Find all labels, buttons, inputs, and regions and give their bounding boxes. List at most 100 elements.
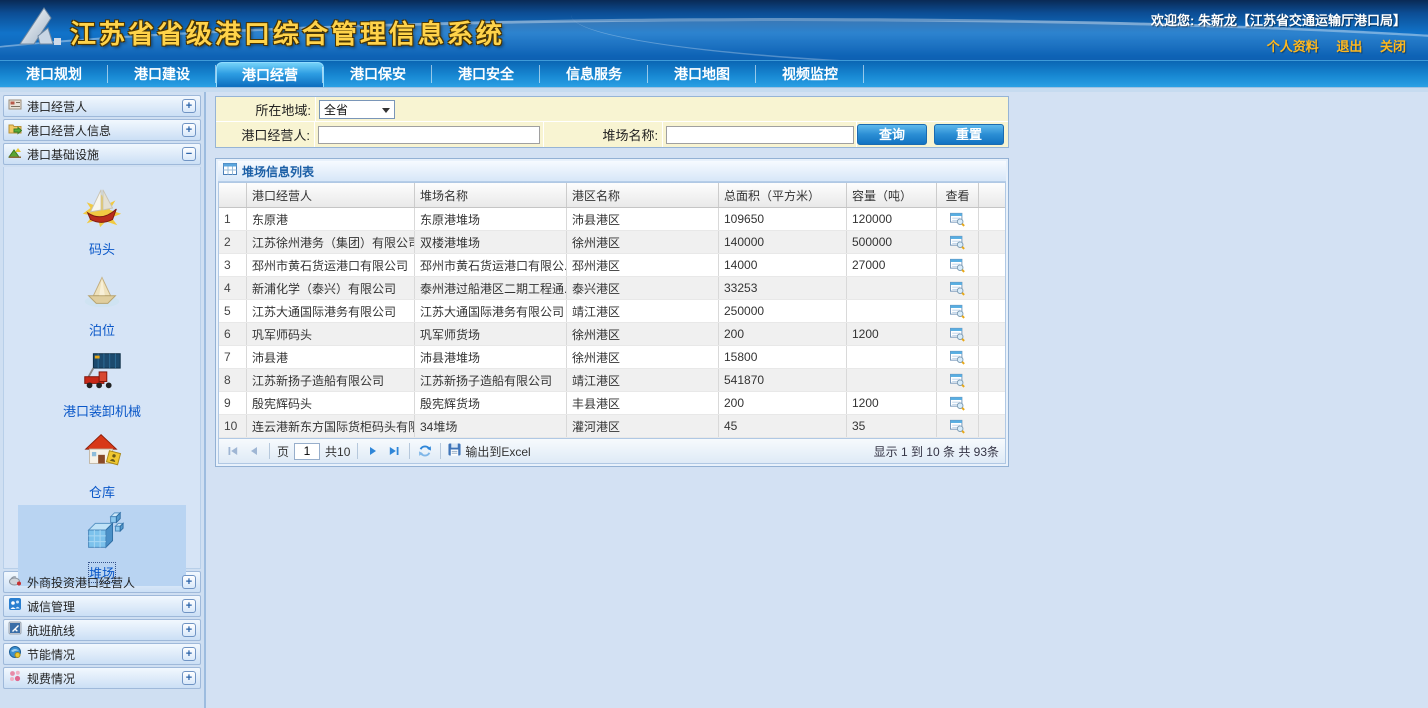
region-select[interactable]: 全省	[319, 100, 395, 119]
expand-toggle-button[interactable]: +	[182, 647, 196, 661]
expand-toggle-button[interactable]: +	[182, 623, 196, 637]
row-filler	[979, 254, 1005, 276]
filter-panel: 所在地域: 全省 港口经营人: 堆场名称: 查询	[215, 96, 1009, 148]
sidebar: 港口经营人+港口经营人信息+港口基础设施−码头泊位港口装卸机械仓库堆场外商投资港…	[0, 92, 206, 708]
logout-link[interactable]: 退出	[1336, 39, 1362, 54]
nav-tab-1[interactable]: 港口规划	[0, 61, 108, 87]
cell-yard: 巩军师货场	[415, 323, 567, 345]
cell-yard: 东原港堆场	[415, 208, 567, 230]
refresh-icon[interactable]	[417, 443, 433, 459]
nav-tab-8[interactable]: 视频监控	[756, 61, 864, 87]
cell-capacity: 500000	[847, 231, 937, 253]
cell-view	[937, 369, 979, 391]
cell-district: 丰县港区	[567, 392, 719, 414]
table-row[interactable]: 2江苏徐州港务（集团）有限公司双楼港堆场徐州港区140000500000	[219, 231, 1005, 254]
cell-area: 200	[719, 392, 847, 414]
expand-toggle-button[interactable]: +	[182, 599, 196, 613]
view-detail-icon[interactable]	[949, 234, 967, 250]
next-page-button[interactable]	[365, 443, 381, 459]
nav-tab-2[interactable]: 港口建设	[108, 61, 216, 87]
facility-item-1[interactable]: 码头	[18, 181, 186, 262]
sidebar-bottom-group-1[interactable]: 诚信管理+	[3, 595, 201, 617]
nav-tab-5[interactable]: 港口安全	[432, 61, 540, 87]
welcome-text: 欢迎您: 朱新龙【江苏省交通运输厅港口局】	[1151, 10, 1406, 29]
cell-view	[937, 277, 979, 299]
app-title: 江苏省省级港口综合管理信息系统	[70, 14, 505, 51]
table-row[interactable]: 10连云港新东方国际货柜码头有限...34堆场灌河港区4535	[219, 415, 1005, 438]
sidebar-top-group-1[interactable]: 港口经营人信息+	[3, 119, 201, 141]
expand-toggle-button[interactable]: +	[182, 671, 196, 685]
last-page-button[interactable]	[386, 443, 402, 459]
sidebar-bottom-group-3[interactable]: 节能情况+	[3, 643, 201, 665]
operator-input[interactable]	[318, 126, 540, 144]
nav-tab-4[interactable]: 港口保安	[324, 61, 432, 87]
cell-view	[937, 323, 979, 345]
view-detail-icon[interactable]	[949, 257, 967, 273]
cell-operator: 邳州市黄石货运港口有限公司	[247, 254, 415, 276]
view-detail-icon[interactable]	[949, 211, 967, 227]
table-row[interactable]: 3邳州市黄石货运港口有限公司邳州市黄石货运港口有限公...邳州港区1400027…	[219, 254, 1005, 277]
view-detail-icon[interactable]	[949, 418, 967, 434]
sidebar-top-group-0[interactable]: 港口经营人+	[3, 95, 201, 117]
facility-item-2[interactable]: 泊位	[18, 262, 186, 343]
facility-menu: 码头泊位港口装卸机械仓库堆场	[3, 167, 201, 569]
table-row[interactable]: 7沛县港沛县港堆场徐州港区15800	[219, 346, 1005, 369]
close-link[interactable]: 关闭	[1380, 39, 1406, 54]
first-page-button[interactable]	[225, 443, 241, 459]
sidebar-bottom-group-4[interactable]: 规费情况+	[3, 667, 201, 689]
expand-toggle-button[interactable]: +	[182, 575, 196, 589]
nav-tab-3[interactable]: 港口经营	[216, 62, 324, 87]
page-number-input[interactable]	[294, 443, 320, 460]
operator-card-icon	[8, 97, 22, 116]
prev-page-button[interactable]	[246, 443, 262, 459]
column-header-3: 港区名称	[567, 183, 719, 207]
yard-name-label: 堆场名称:	[544, 122, 663, 147]
group-label: 航班航线	[27, 622, 182, 639]
view-detail-icon[interactable]	[949, 326, 967, 342]
table-row[interactable]: 6巩军师码头巩军师货场徐州港区2001200	[219, 323, 1005, 346]
save-disk-icon	[448, 443, 461, 459]
group-label: 节能情况	[27, 646, 182, 663]
column-header-6: 查看	[937, 183, 979, 207]
view-detail-icon[interactable]	[949, 303, 967, 319]
profile-link[interactable]: 个人资料	[1267, 39, 1319, 54]
top-links: 个人资料 退出 关闭	[1253, 36, 1406, 55]
view-detail-icon[interactable]	[949, 372, 967, 388]
view-detail-icon[interactable]	[949, 349, 967, 365]
yard-list-panel: 堆场信息列表 港口经营人堆场名称港区名称总面积（平方米）容量（吨）查看1东原港东…	[215, 158, 1009, 467]
yard-name-input[interactable]	[666, 126, 854, 144]
sidebar-bottom-group-0[interactable]: 外商投资港口经营人+	[3, 571, 201, 593]
view-detail-icon[interactable]	[949, 395, 967, 411]
facility-item-3[interactable]: 港口装卸机械	[18, 343, 186, 424]
expand-toggle-button[interactable]: +	[182, 99, 196, 113]
group-label: 港口经营人	[27, 98, 182, 115]
facility-item-4[interactable]: 仓库	[18, 424, 186, 505]
table-row[interactable]: 4新浦化学（泰兴）有限公司泰州港过船港区二期工程通...泰兴港区33253	[219, 277, 1005, 300]
expand-toggle-button[interactable]: −	[182, 147, 196, 161]
expand-toggle-button[interactable]: +	[182, 123, 196, 137]
search-button[interactable]: 查询	[857, 124, 927, 145]
table-row[interactable]: 8江苏新扬子造船有限公司江苏新扬子造船有限公司靖江港区541870	[219, 369, 1005, 392]
header-rownum	[219, 183, 247, 207]
nav-tab-7[interactable]: 港口地图	[648, 61, 756, 87]
table-row[interactable]: 1东原港东原港堆场沛县港区109650120000	[219, 208, 1005, 231]
facility-item-label: 仓库	[89, 482, 115, 501]
reset-button[interactable]: 重置	[934, 124, 1004, 145]
cell-capacity	[847, 277, 937, 299]
main-content: 所在地域: 全省 港口经营人: 堆场名称: 查询	[215, 92, 1011, 708]
view-detail-icon[interactable]	[949, 280, 967, 296]
sidebar-top-group-2[interactable]: 港口基础设施−	[3, 143, 201, 165]
row-number: 10	[219, 415, 247, 437]
export-excel-button[interactable]: 输出到Excel	[448, 443, 530, 460]
cell-capacity: 35	[847, 415, 937, 437]
table-row[interactable]: 9殷宪辉码头殷宪辉货场丰县港区2001200	[219, 392, 1005, 415]
nav-tab-6[interactable]: 信息服务	[540, 61, 648, 87]
cell-view	[937, 415, 979, 437]
berth-paperboat-icon	[79, 266, 125, 317]
sidebar-bottom-group-2[interactable]: 航班航线+	[3, 619, 201, 641]
cell-district: 靖江港区	[567, 300, 719, 322]
page-label: 页	[277, 443, 289, 460]
cell-area: 14000	[719, 254, 847, 276]
table-row[interactable]: 5江苏大通国际港务有限公司江苏大通国际港务有限公司靖江港区250000	[219, 300, 1005, 323]
table-header-row: 港口经营人堆场名称港区名称总面积（平方米）容量（吨）查看	[219, 183, 1005, 208]
